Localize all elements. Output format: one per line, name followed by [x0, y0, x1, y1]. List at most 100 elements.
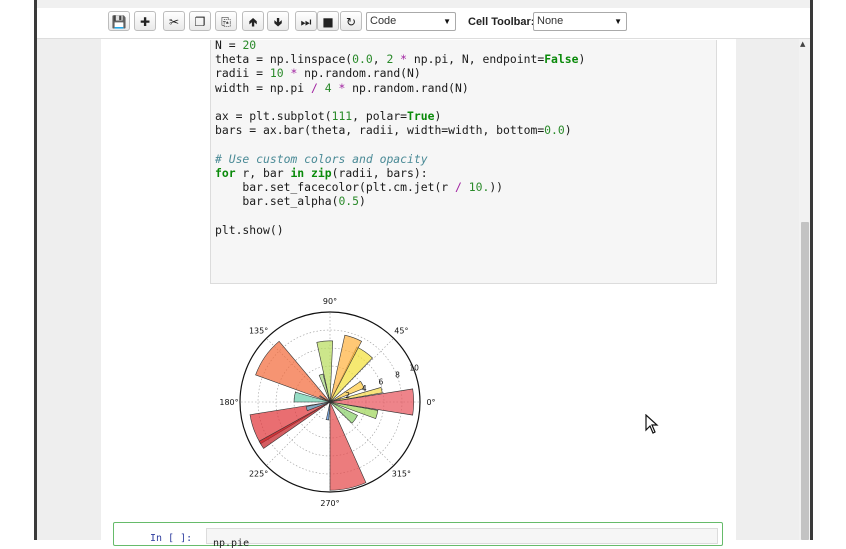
copy-icon: ❐	[194, 15, 206, 29]
code-token: True	[407, 109, 435, 124]
paste-icon: ⎘	[221, 15, 231, 29]
code-line: width = np.pi / 4 * np.random.rand(N)	[215, 81, 469, 95]
code-editor[interactable]: N = 20 theta = np.linspace(0.0, 2 * np.p…	[215, 38, 585, 237]
angle-tick-label: 180°	[219, 398, 238, 407]
code-token: r, bar	[235, 165, 291, 180]
code-token: , polar=	[352, 109, 408, 124]
scrollbar-thumb[interactable]	[801, 222, 809, 540]
cut-button[interactable]: ✂	[163, 11, 185, 31]
radial-tick-label: 2	[345, 391, 350, 400]
move-up-button[interactable]: 🢁	[242, 11, 264, 31]
notebook-toolbar: 💾 ✚ ✂ ❐ ⎘ 🢁 🢃 ⏭ ■ ↻ Code ▼ Cell Toolbar: None ▼	[37, 8, 810, 39]
angle-tick-label: 135°	[249, 327, 268, 336]
code-token: ,	[372, 52, 387, 67]
code-line: N = 20	[215, 38, 256, 52]
code-token: 10	[269, 66, 284, 81]
code-token: 0.0	[352, 52, 373, 67]
code-line: for r, bar in zip(radii, bars):	[215, 166, 428, 180]
save-button[interactable]: 💾	[108, 11, 130, 31]
code-token: theta = np.linspace(	[215, 52, 353, 67]
code-line: ax = plt.subplot(111, polar=True)	[215, 109, 441, 123]
code-token: )	[578, 52, 586, 67]
save-icon: 💾	[111, 15, 127, 29]
arrow-down-icon: 🢃	[273, 15, 283, 29]
radial-tick-label: 6	[379, 377, 384, 386]
code-line: # Use custom colors and opacity	[215, 152, 428, 166]
code-token: zip	[311, 165, 332, 180]
code-token: (radii, bars):	[331, 165, 428, 180]
cell-toolbar-value: None	[537, 15, 564, 27]
code-token: ax = plt.subplot(	[215, 109, 332, 124]
code-token: for	[215, 165, 236, 180]
angle-tick-label: 270°	[320, 499, 339, 508]
interrupt-button[interactable]: ■	[317, 11, 339, 31]
restart-button[interactable]: ↻	[340, 11, 362, 31]
chevron-down-icon: ▼	[614, 17, 622, 26]
code-token: )	[564, 123, 572, 138]
step-forward-icon: ⏭	[300, 15, 312, 29]
angle-tick-label: 45°	[394, 327, 408, 336]
angle-tick-label: 0°	[426, 398, 435, 407]
run-button[interactable]: ⏭	[295, 11, 317, 31]
code-token: plt.show()	[215, 222, 284, 237]
cell-type-select[interactable]: Code ▼	[366, 12, 456, 31]
code-token: 0.0	[544, 123, 565, 138]
code-token: # Use custom colors and opacity	[215, 151, 428, 166]
next-cell-input[interactable]: np.pie	[206, 528, 718, 549]
code-token: N =	[215, 38, 243, 52]
radial-tick-label: 4	[362, 384, 367, 393]
code-token: *	[400, 52, 408, 67]
code-line: bar.set_facecolor(plt.cm.jet(r / 10.))	[215, 180, 503, 194]
code-line: plt.show()	[215, 223, 284, 237]
mouse-pointer-icon	[645, 413, 659, 438]
chevron-down-icon: ▼	[443, 17, 451, 26]
code-token: 111	[331, 109, 353, 124]
angle-tick-label: 90°	[323, 297, 337, 306]
code-token: 0.5	[338, 194, 360, 209]
code-line: bar.set_alpha(0.5)	[215, 194, 366, 209]
radial-tick-label: 8	[395, 370, 400, 379]
plus-icon: ✚	[139, 15, 151, 29]
code-token: 10.	[468, 180, 490, 195]
code-line: radii = 10 * np.random.rand(N)	[215, 66, 421, 80]
paste-button[interactable]: ⎘	[215, 11, 237, 31]
scissors-icon: ✂	[168, 15, 180, 29]
arrow-up-icon: 🢁	[248, 15, 258, 29]
cell-prompt: In [ ]:	[150, 533, 193, 544]
code-token: bar.set_facecolor(plt.cm.jet(r	[215, 180, 456, 195]
code-token: )	[434, 109, 442, 124]
radial-tick-label: 10	[409, 364, 419, 373]
scroll-up-arrow-icon[interactable]: ▲	[800, 40, 805, 48]
cell-toolbar-select[interactable]: None ▼	[533, 12, 627, 31]
code-token: bars = ax.bar(theta, radii, width=width,…	[215, 123, 545, 138]
code-token: bar.set_alpha(	[215, 194, 339, 209]
code-token: in	[290, 165, 305, 180]
polar-bar-chart: 0° 45° 90° 135° 180° 225° 270° 315° 2 4 6 8 10	[215, 290, 455, 526]
move-down-button[interactable]: 🢃	[267, 11, 289, 31]
code-token: 4	[324, 80, 332, 95]
code-token: ))	[489, 180, 504, 195]
copy-button[interactable]: ❐	[189, 11, 211, 31]
code-token: /	[455, 180, 462, 195]
stop-icon: ■	[322, 15, 334, 29]
cell-toolbar-label: Cell Toolbar:	[468, 16, 535, 28]
cell-type-value: Code	[370, 15, 397, 27]
code-token: )	[359, 194, 366, 209]
insert-cell-button[interactable]: ✚	[134, 11, 156, 31]
code-token: np.random.rand(N)	[297, 66, 421, 81]
code-token: np.pi, N, endpoint=	[407, 52, 545, 67]
code-token: width = np.pi	[215, 80, 312, 95]
code-token: /	[311, 80, 318, 95]
code-line: theta = np.linspace(0.0, 2 * np.pi, N, e…	[215, 52, 585, 66]
desktop-background-right	[813, 0, 846, 540]
angle-tick-label: 225°	[249, 469, 268, 478]
code-token: np.random.rand(N)	[345, 80, 469, 95]
code-token: 20	[242, 38, 257, 52]
code-token: False	[544, 52, 579, 67]
angle-tick-label: 315°	[392, 469, 411, 478]
code-token: radii =	[215, 66, 270, 81]
refresh-icon: ↻	[345, 15, 357, 29]
